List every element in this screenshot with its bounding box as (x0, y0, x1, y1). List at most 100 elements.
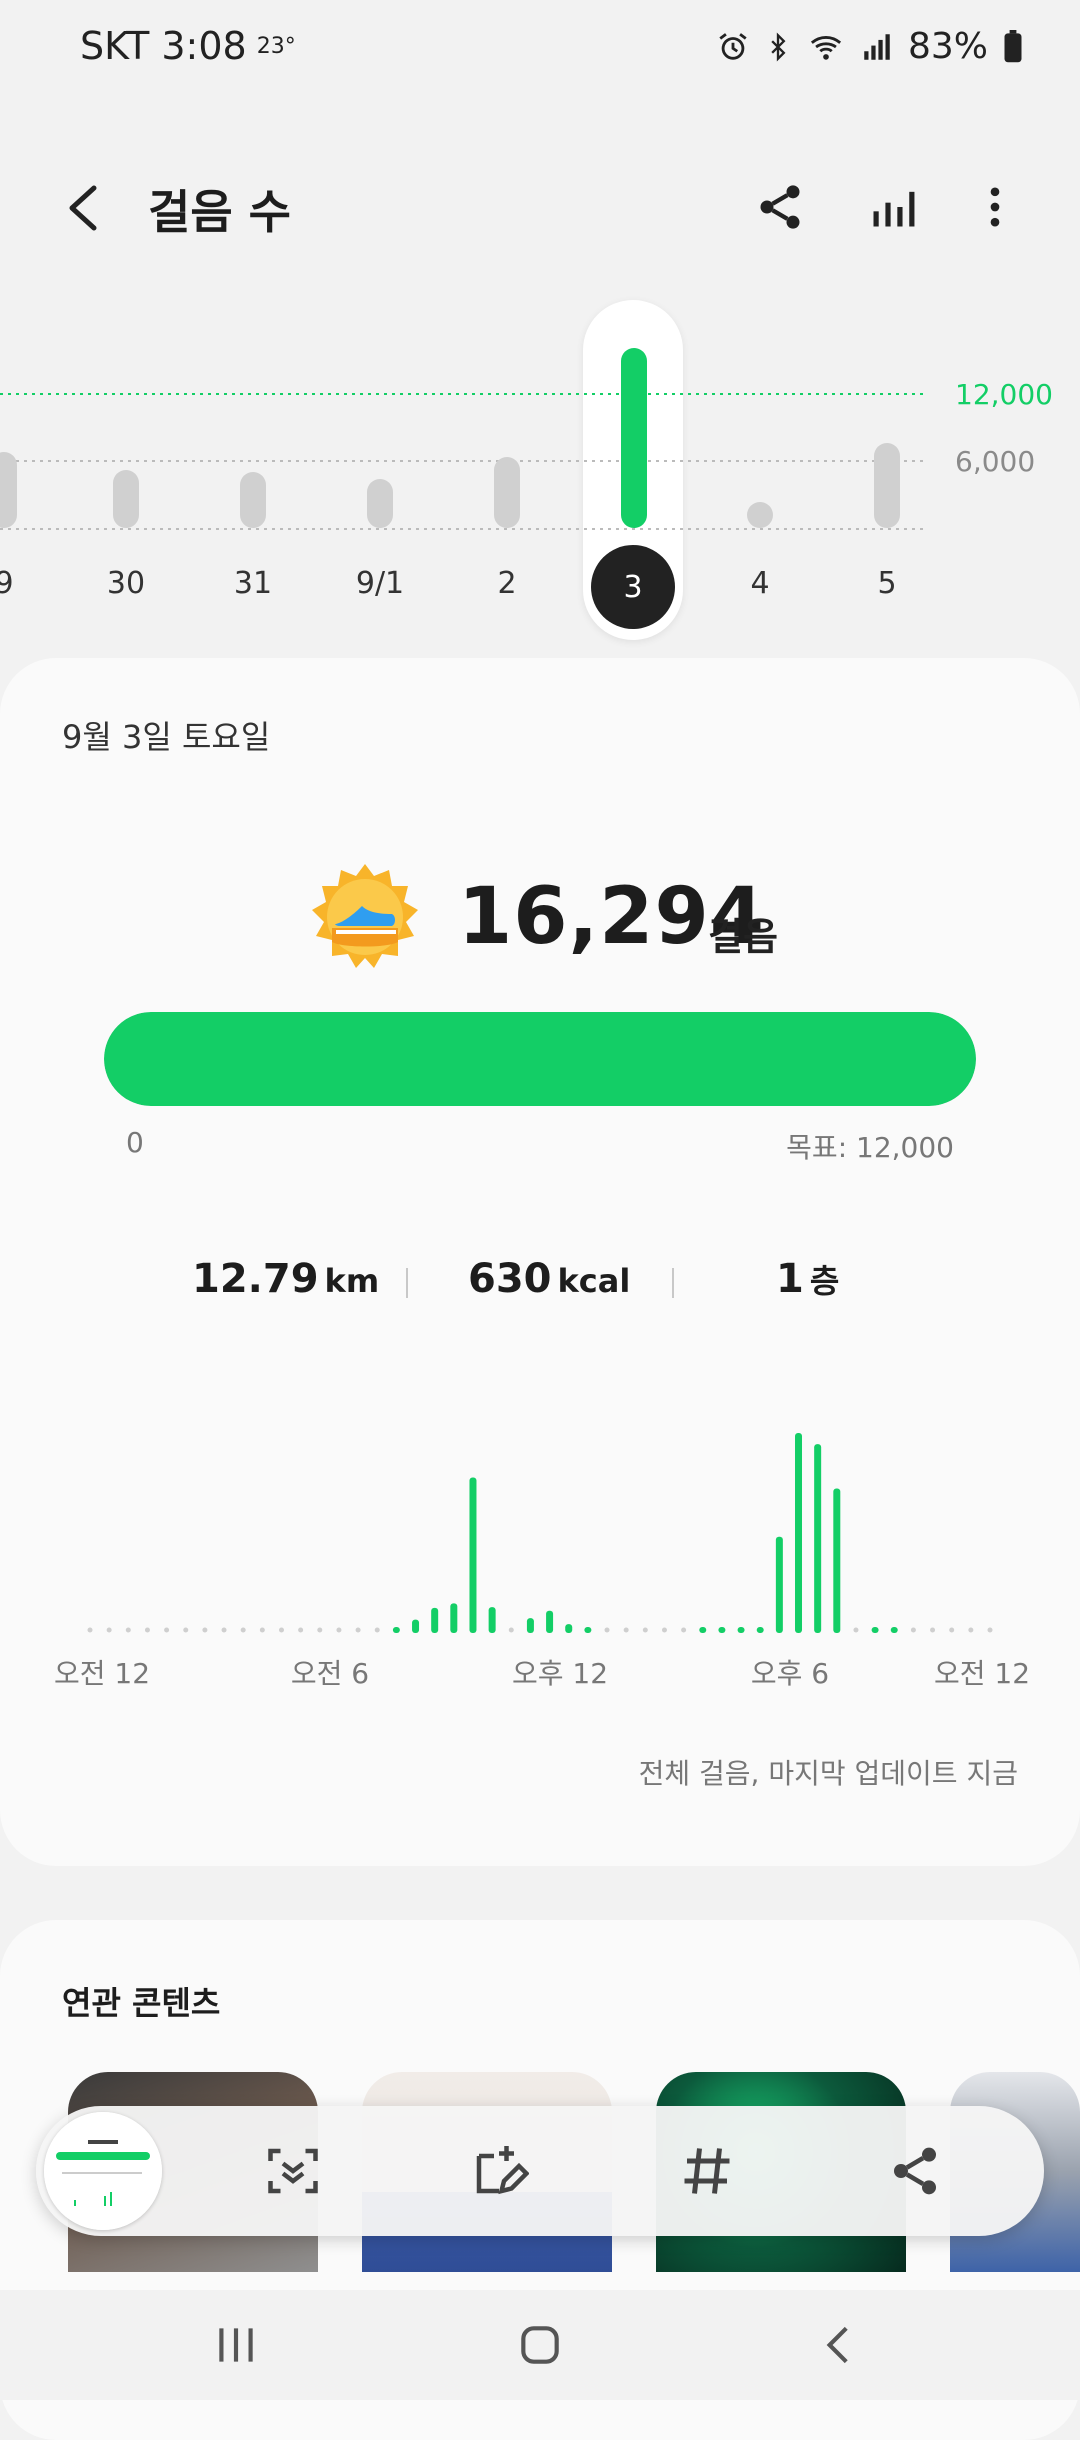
x-axis-label: 오전 12 (933, 1657, 1031, 1690)
calories-stat: 630 kcal (468, 1256, 630, 1302)
x-axis-label: 오후 12 (511, 1657, 609, 1690)
day-label[interactable]: 30 (86, 566, 166, 601)
back-nav-icon (826, 2326, 848, 2364)
chart-empty-point (336, 1627, 342, 1633)
chart-bar (488, 1607, 496, 1633)
chart-bar (890, 1627, 898, 1633)
chart-empty-point (681, 1627, 687, 1633)
update-note: 전체 걸음, 마지막 업데이트 지금 (638, 1757, 1018, 1790)
share-icon (894, 2147, 936, 2195)
chart-bar (450, 1603, 458, 1633)
home-button[interactable] (500, 2310, 580, 2380)
chart-empty-point (278, 1627, 284, 1633)
day-label[interactable]: 2 (467, 566, 547, 601)
day-label[interactable]: 4 (720, 566, 800, 601)
week-bar[interactable] (367, 478, 393, 528)
progress-min-label: 0 (126, 1126, 144, 1159)
goal-progress-fill (104, 1012, 976, 1106)
week-bar[interactable] (874, 443, 900, 528)
recents-icon (219, 2328, 253, 2362)
chart-empty-point (949, 1627, 955, 1633)
chart-bar (814, 1444, 822, 1633)
distance-value: 12.79 (192, 1256, 319, 1302)
screenshot-preview[interactable] (44, 2112, 162, 2230)
tag-icon (684, 2148, 730, 2194)
x-axis-label: 오후 6 (750, 1657, 830, 1690)
chart-bar (565, 1624, 573, 1633)
week-bar-selected[interactable] (621, 348, 647, 528)
chart-bar (584, 1627, 592, 1633)
chart-empty-point (661, 1627, 667, 1633)
chart-bar (795, 1433, 803, 1633)
floors-unit: 층 (809, 1262, 840, 1300)
chart-bar (833, 1488, 841, 1633)
chart-empty-point (642, 1627, 648, 1633)
calories-value: 630 (468, 1256, 552, 1302)
goal-progress-bar (104, 1012, 976, 1106)
chart-bar (431, 1607, 439, 1633)
week-bar[interactable] (113, 469, 139, 528)
daily-step-chart (87, 1433, 993, 1633)
related-content-title: 연관 콘텐츠 (62, 1984, 221, 2022)
chart-empty-point (87, 1627, 93, 1633)
distance-unit: km (324, 1262, 380, 1300)
chart-empty-point (183, 1627, 189, 1633)
chart-empty-point (604, 1627, 610, 1633)
chart-bar (775, 1536, 783, 1633)
x-axis-label: 오전 6 (290, 1657, 370, 1690)
chart-bar (737, 1627, 745, 1633)
step-unit: 걸음 (708, 915, 778, 959)
chart-bar (718, 1627, 726, 1633)
scroll-capture-button[interactable] (258, 2136, 328, 2206)
goal-line-label: 12,000 (955, 378, 1053, 411)
chart-empty-point (355, 1627, 361, 1633)
chart-bar (699, 1627, 707, 1633)
tag-button[interactable] (672, 2136, 742, 2206)
mid-line-label: 6,000 (955, 445, 1036, 478)
chart-empty-point (317, 1627, 323, 1633)
home-icon (521, 2326, 559, 2364)
chart-bar (469, 1477, 477, 1633)
calories-unit: kcal (557, 1262, 631, 1300)
week-bar[interactable] (240, 472, 266, 528)
day-label[interactable]: 9/1 (340, 566, 420, 601)
chart-empty-point (910, 1627, 916, 1633)
week-bar[interactable] (494, 456, 520, 528)
chart-bar (871, 1627, 879, 1633)
progress-goal-label: 목표: 12,000 (786, 1131, 954, 1164)
day-label[interactable]: 9 (0, 566, 44, 601)
edit-icon (476, 2146, 529, 2195)
toolbar-share-button[interactable] (880, 2136, 950, 2206)
chart-bar (756, 1627, 764, 1633)
scroll-capture-icon (268, 2148, 318, 2194)
day-label[interactable]: 31 (213, 566, 293, 601)
chart-empty-point (125, 1627, 131, 1633)
chart-bar (526, 1618, 534, 1633)
x-axis-label: 오전 12 (53, 1657, 151, 1690)
chart-empty-point (374, 1627, 380, 1633)
chart-bar (412, 1619, 420, 1633)
back-nav-button[interactable] (800, 2310, 880, 2380)
chart-empty-point (853, 1627, 859, 1633)
stat-divider (672, 1268, 674, 1298)
selected-date: 9월 3일 토요일 (62, 718, 271, 756)
selected-day-label[interactable]: 3 (591, 545, 675, 629)
chart-empty-point (144, 1627, 150, 1633)
chart-empty-point (968, 1627, 974, 1633)
chart-empty-point (930, 1627, 936, 1633)
recents-button[interactable] (196, 2310, 276, 2380)
week-bar[interactable] (0, 452, 17, 528)
chart-empty-point (259, 1627, 265, 1633)
edit-button[interactable] (464, 2136, 534, 2206)
floors-value: 1 (776, 1256, 804, 1302)
day-label[interactable]: 5 (847, 566, 927, 601)
chart-empty-point (623, 1627, 629, 1633)
shoe-medal-icon (312, 864, 418, 968)
chart-empty-point (202, 1627, 208, 1633)
floors-stat: 1층 (776, 1256, 839, 1302)
chart-empty-point (298, 1627, 304, 1633)
chart-empty-point (508, 1627, 514, 1633)
chart-empty-point (240, 1627, 246, 1633)
week-bar[interactable] (747, 502, 773, 528)
distance-stat: 12.79 km (192, 1256, 379, 1302)
